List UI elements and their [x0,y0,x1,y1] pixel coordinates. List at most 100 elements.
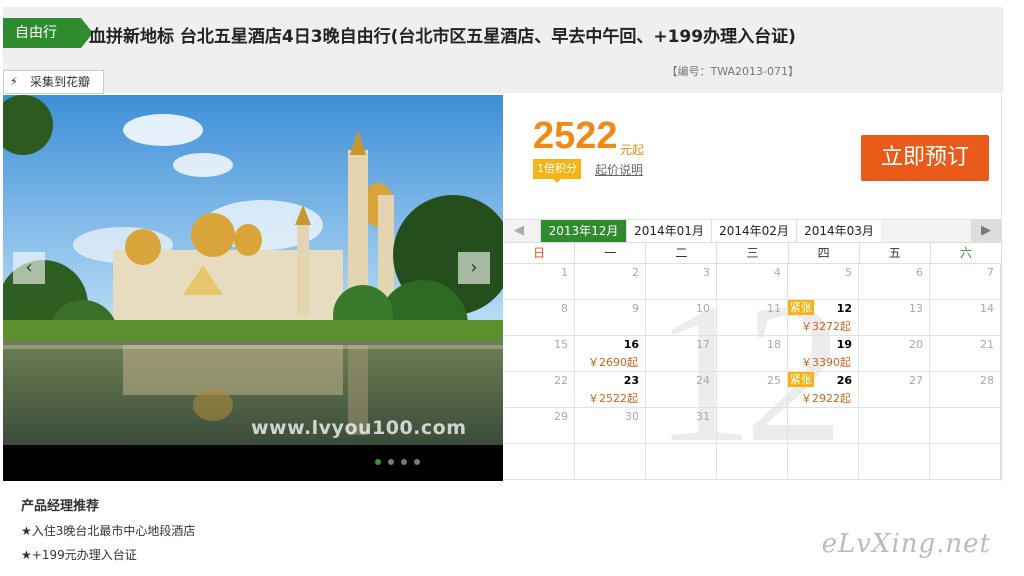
calendar-day: 20 [859,336,930,372]
day-number: 4 [774,266,781,279]
calendar-day: 3 [646,264,717,300]
price-note-link[interactable]: 起价说明 [595,161,643,178]
weekday-label: 二 [645,243,716,263]
calendar-day [930,444,1001,480]
day-number: 21 [980,338,994,351]
day-number: 3 [703,266,710,279]
day-number: 20 [909,338,923,351]
day-number: 10 [696,302,710,315]
day-number: 6 [916,266,923,279]
calendar-day [788,444,859,480]
photo-gallery: ‹ › www.lvyou100.com [3,95,503,481]
day-number: 1 [561,266,568,279]
chevron-right-icon: › [470,257,478,278]
calendar-day: 28 [930,372,1001,408]
calendar-day [575,444,646,480]
calendar-day: 5 [788,264,859,300]
calendar-day [930,408,1001,444]
calendar-day: 6 [859,264,930,300]
day-number: 8 [561,302,568,315]
day-price: ￥2522起 [588,392,638,405]
calendar-day: 14 [930,300,1001,336]
weekday-label: 六 [929,243,1001,263]
day-number: 29 [554,410,568,423]
tab-month[interactable]: 2014年02月 [711,220,796,242]
calendar-day: 31 [646,408,717,444]
pin-button-label: 采集到花瓣 [30,75,91,89]
calendar-day: 22 [504,372,575,408]
month-tabs: ◀ 2013年12月 2014年01月 2014年02月 2014年03月 ▶ [504,219,1001,243]
day-number: 2 [632,266,639,279]
calendar-grid: 12 1 2 3 4 5 6 7 8 9 10 11 紧张 12 ￥3272起 13 14 15 16 ￥2690起… [504,264,1001,480]
day-number: 12 [836,302,852,315]
calendar-day: 8 [504,300,575,336]
slide-dot[interactable] [414,459,420,465]
calendar-day-available[interactable]: 19 ￥3390起 [788,336,859,372]
next-month-button[interactable]: ▶ [971,220,1001,242]
tab-month[interactable]: 2013年12月 [540,220,626,242]
slide-dot[interactable] [401,459,407,465]
gallery-photo[interactable] [3,95,503,445]
day-number: 7 [987,266,994,279]
day-number: 23 [623,374,639,387]
pin-to-huaban-button[interactable]: ⚡ 采集到花瓣 [3,70,104,94]
points-badge: 1倍积分 [533,159,581,183]
day-number: 28 [980,374,994,387]
tab-month[interactable]: 2014年01月 [626,220,711,242]
next-slide-button[interactable]: › [458,252,490,284]
tab-month[interactable]: 2014年03月 [796,220,881,242]
day-number: 11 [767,302,781,315]
product-header: 自由行 血拼新地标 台北五星酒店4日3晚自由行(台北市区五星酒店、早去中午回、+… [3,7,1003,93]
calendar-day: 17 [646,336,717,372]
calendar-day [859,444,930,480]
chevron-right-icon: ▶ [981,223,991,238]
weekday-label: 一 [574,243,645,263]
calendar-day-available[interactable]: 紧张 26 ￥2922起 [788,372,859,408]
day-price: ￥2690起 [588,356,638,369]
slide-dot[interactable] [388,459,394,465]
day-price: ￥3272起 [801,320,851,333]
calendar-day [504,444,575,480]
calendar-day [646,444,717,480]
recommendation-item: ★入住3晚台北最市中心地段酒店 [21,524,196,538]
day-number: 25 [767,374,781,387]
category-tag: 自由行 [3,18,93,48]
calendar-day-available[interactable]: 23 ￥2522起 [575,372,646,408]
slide-dot[interactable] [375,459,381,465]
slide-indicators [375,459,420,465]
calendar-day: 27 [859,372,930,408]
calendar-day: 1 [504,264,575,300]
prev-month-button[interactable]: ◀ [504,220,534,242]
weekday-label: 三 [716,243,787,263]
manager-recommendation: 产品经理推荐 ★入住3晚台北最市中心地段酒店 ★+199元办理入台证 eLvXi… [3,481,1003,576]
weekday-label: 日 [533,246,546,260]
price-unit: 元起 [620,143,645,157]
calendar-day-available[interactable]: 紧张 12 ￥3272起 [788,300,859,336]
calendar-day: 15 [504,336,575,372]
availability-tag: 紧张 [788,372,814,387]
calendar-day [788,408,859,444]
prev-slide-button[interactable]: ‹ [13,252,45,284]
chevron-left-icon: ◀ [514,223,524,238]
calendar-day-available[interactable]: 16 ￥2690起 [575,336,646,372]
availability-tag: 紧张 [788,300,814,315]
calendar-day: 13 [859,300,930,336]
calendar-day: 4 [717,264,788,300]
calendar-day: 29 [504,408,575,444]
site-logo: eLvXing.net [821,529,991,559]
book-now-button[interactable]: 立即预订 [861,135,989,181]
day-number: 26 [836,374,852,387]
calendar-day: 7 [930,264,1001,300]
page: 自由行 血拼新地标 台北五星酒店4日3晚自由行(台北市区五星酒店、早去中午回、+… [0,0,1024,576]
calendar-day: 2 [575,264,646,300]
photo-watermark: www.lvyou100.com [251,417,467,439]
day-number: 9 [632,302,639,315]
calendar-day: 18 [717,336,788,372]
day-price: ￥2922起 [801,392,851,405]
day-number: 17 [696,338,710,351]
calendar-day [717,408,788,444]
calendar-day: 21 [930,336,1001,372]
day-number: 22 [554,374,568,387]
recommendation-title: 产品经理推荐 [21,499,100,514]
calendar-day: 25 [717,372,788,408]
